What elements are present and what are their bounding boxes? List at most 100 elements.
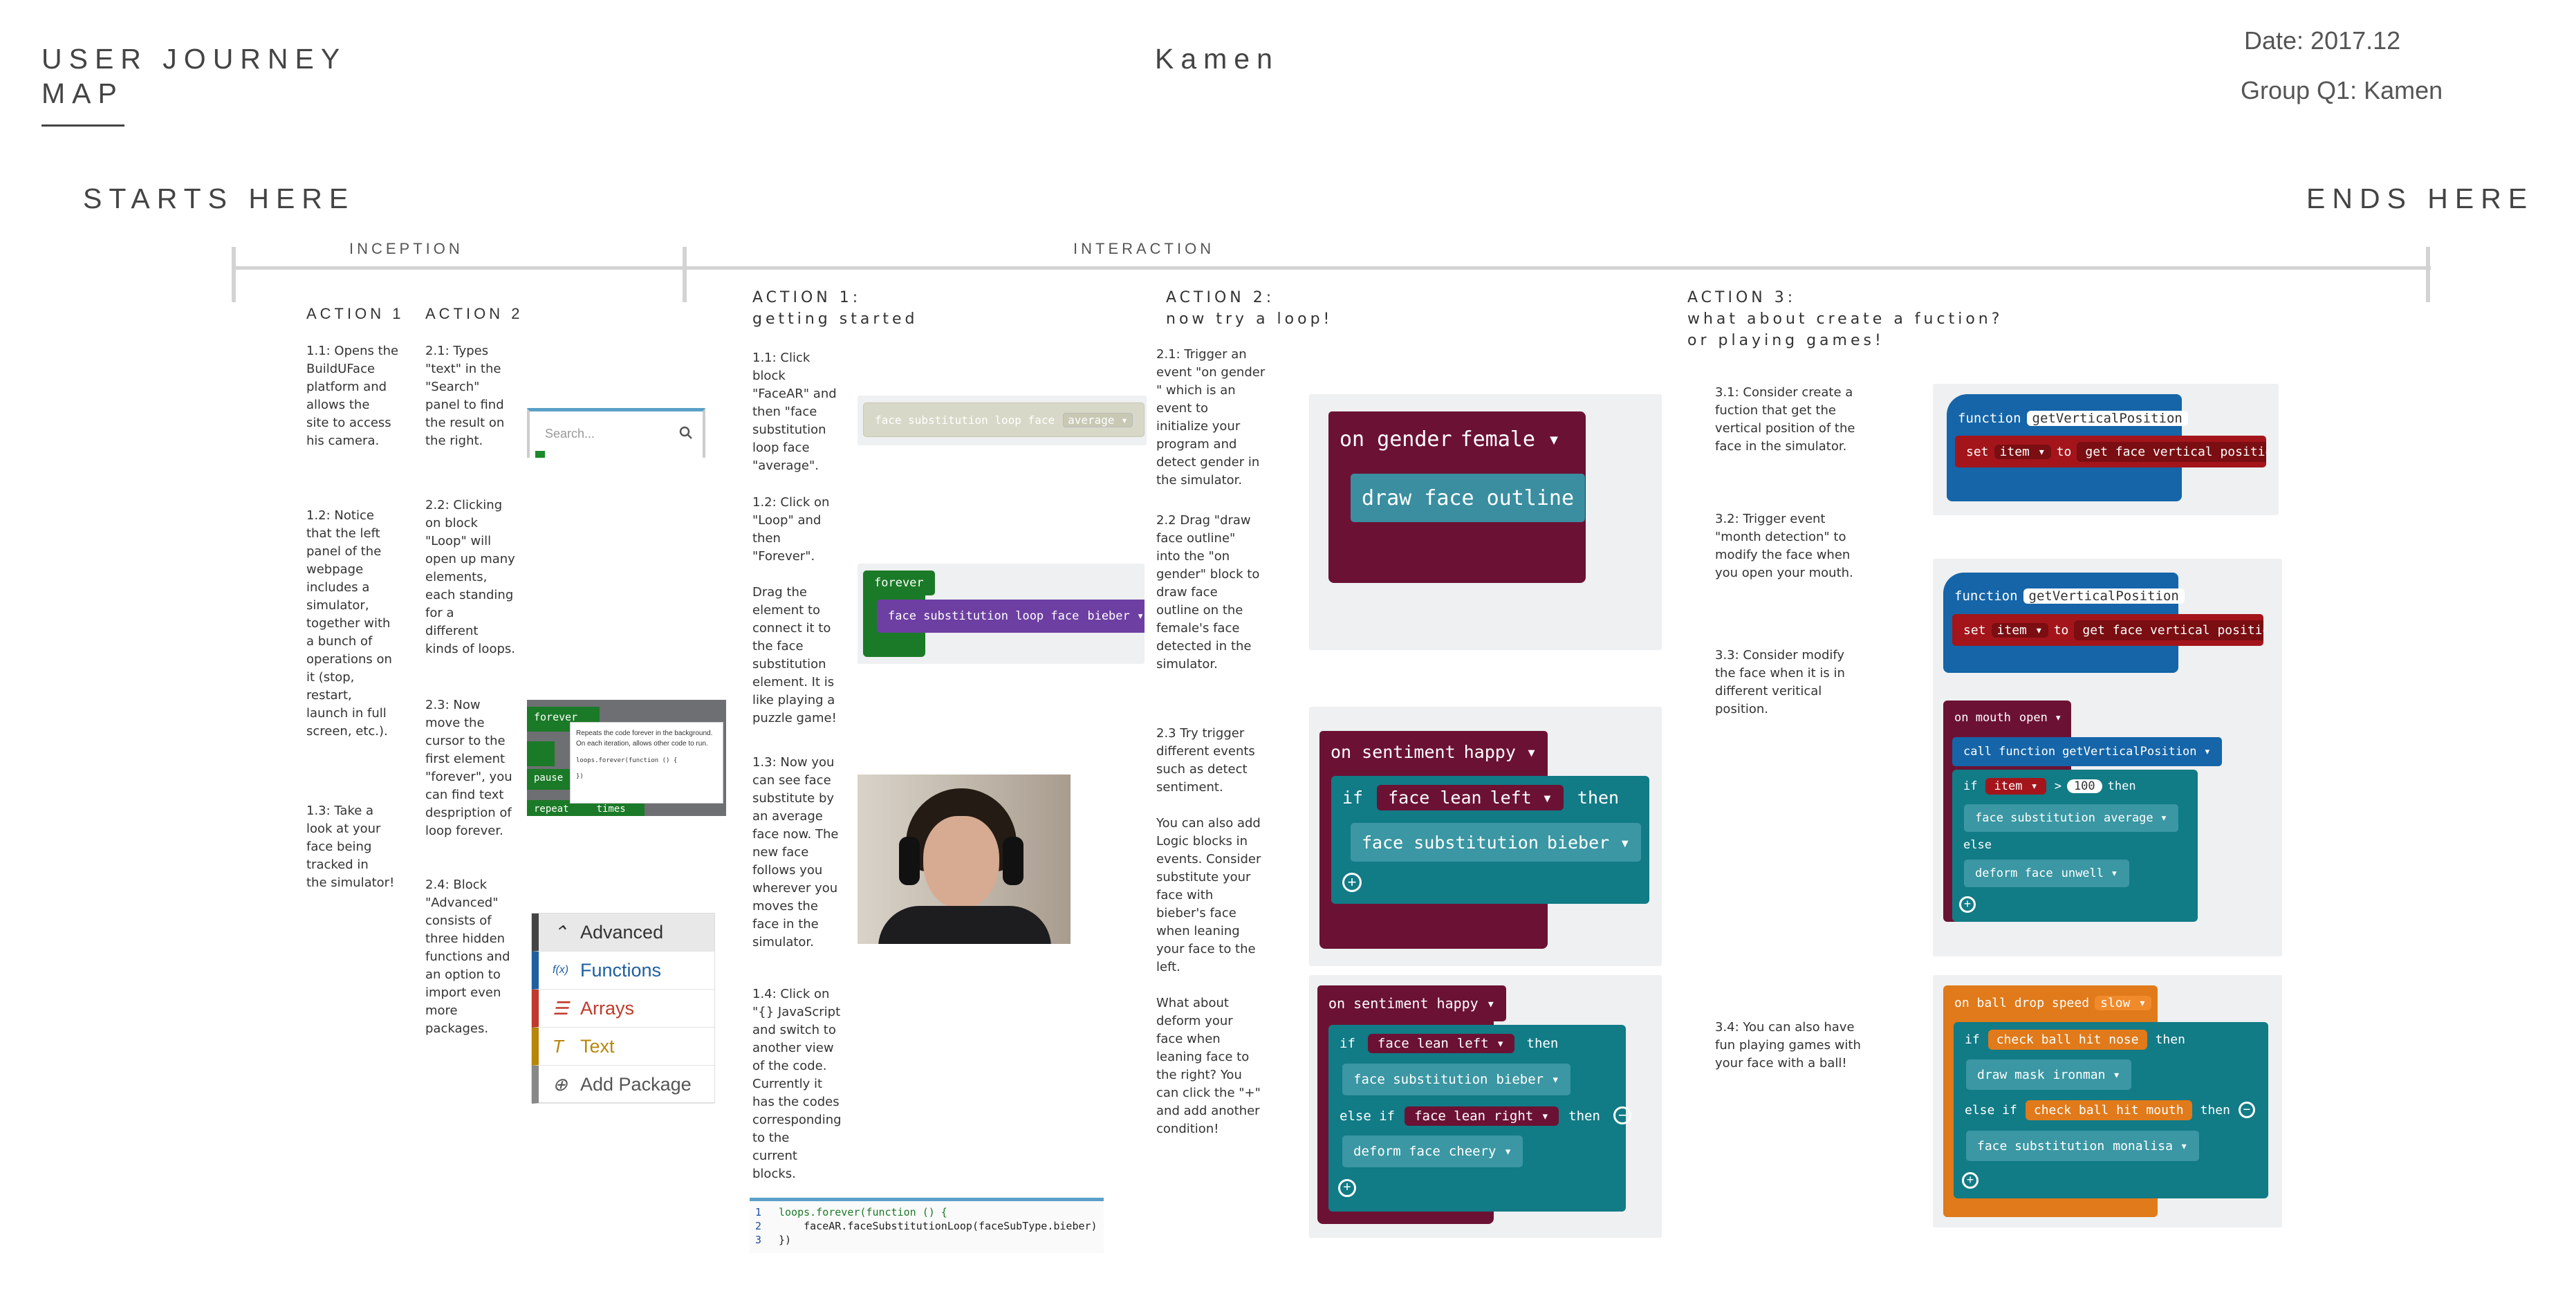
average-dropdown[interactable]: average [1063, 412, 1133, 427]
face-sub-label-mouth: face substitution [1975, 811, 2095, 825]
page-title: USER JOURNEY MAP [41, 43, 347, 109]
deform-face-label: deform face [1353, 1144, 1440, 1159]
face-lean-left-condition[interactable]: face lean left [1367, 1034, 1514, 1053]
draw-face-outline-block[interactable]: draw face outline [1351, 474, 1586, 522]
check-ball-hit-mouth-block[interactable]: check ball hit mouth [2025, 1100, 2192, 1120]
item-compare-dropdown[interactable]: item [1985, 778, 2046, 795]
on-sentiment-label: on sentiment [1331, 741, 1456, 762]
item-variable-dropdown[interactable]: item [1994, 444, 2051, 459]
face-substitution-loop-block[interactable]: face substitution loop face bieber [877, 600, 1145, 633]
action1-title: ACTION 1: getting started [752, 289, 918, 328]
item-caret [2038, 445, 2046, 459]
set-item-block[interactable]: setitem to get face vertical position [1955, 436, 2266, 467]
note-inception-1-1: 1.1: Opens the BuildUFace platform and a… [306, 344, 399, 448]
face-lean-right-condition[interactable]: face lean right [1405, 1106, 1559, 1126]
face-lean-condition[interactable]: face lean left [1377, 784, 1564, 810]
face-substitution-average-block[interactable]: face substitution average [1964, 804, 2179, 832]
ironman-dropdown[interactable]: ironman [2053, 1068, 2121, 1082]
monalisa-dropdown[interactable]: monalisa [2113, 1139, 2187, 1153]
cheery-dropdown[interactable]: cheery [1449, 1144, 1512, 1159]
advanced-menu-item-arrays[interactable]: ☰ Arrays [532, 990, 714, 1028]
set-item-block-2[interactable]: setitem to get face vertical position [1952, 614, 2263, 646]
remove-condition-icon-2[interactable]: − [2238, 1102, 2255, 1118]
bieber-dropdown[interactable]: bieber [1087, 609, 1144, 623]
bieber-dropdown-2[interactable]: bieber [1547, 833, 1630, 853]
advanced-menu-item-add-package[interactable]: ⊕ Add Package [532, 1066, 714, 1104]
add-condition-icon-4[interactable]: + [1962, 1172, 1979, 1189]
search-icon[interactable] [678, 425, 694, 441]
call-function-block[interactable]: call function getVerticalPosition [1952, 737, 2223, 766]
on-ball-header: on ball drop speed slow [1943, 987, 2168, 1018]
happy-dropdown[interactable]: happy [1464, 742, 1537, 762]
deform-face-block[interactable]: deform face cheery [1342, 1135, 1523, 1167]
inception-action1-title: ACTION 1 [306, 305, 405, 322]
javascript-code-view: 1 loops.forever(function () {2 faceAR.fac… [750, 1198, 1104, 1253]
draw-mask-block[interactable]: draw mask ironman [1966, 1059, 2132, 1090]
author-name: Kamen [1155, 43, 1279, 75]
call-function-name[interactable]: getVerticalPosition [2062, 745, 2211, 759]
function-name-input-2[interactable]: getVerticalPosition [2023, 588, 2185, 604]
code-line: 2 faceAR.faceSubstitutionLoop(faceSubTyp… [755, 1219, 1098, 1233]
open-dropdown[interactable]: open [2019, 711, 2061, 725]
get-face-vertical-position-block[interactable]: get face vertical position [2077, 441, 2266, 462]
unwell-dropdown[interactable]: unwell [2061, 866, 2118, 880]
headphone-left [899, 837, 920, 885]
set-label: set [1966, 444, 1989, 459]
on-sentiment-label-2: on sentiment [1328, 995, 1429, 1012]
on-sentiment-header: on sentiment happy [1319, 731, 1548, 772]
check-ball-hit-nose-block[interactable]: check ball hit nose [1987, 1029, 2147, 1050]
search-panel[interactable]: Search... [527, 408, 705, 458]
happy-dropdown-2[interactable]: happy [1437, 995, 1495, 1012]
search-status-marker [535, 451, 545, 458]
tooltip-code: loops.forever(function () { [576, 757, 678, 764]
add-condition-icon-2[interactable]: + [1338, 1179, 1356, 1197]
greater-than-operator[interactable]: > [2055, 779, 2061, 793]
add-condition-icon-3[interactable]: + [1959, 896, 1976, 913]
on-gender-header: on gender female [1328, 411, 1572, 467]
face-substitution-block[interactable]: face substitution bieber [1351, 823, 1642, 862]
slow-caret [2138, 996, 2146, 1010]
repeat-label: repeat [534, 804, 569, 815]
if-label-2: if [1340, 1036, 1355, 1051]
slow-dropdown[interactable]: slow [2095, 995, 2152, 1010]
note-action1-1-1: 1.1: Click block "FaceAR" and then "face… [752, 351, 837, 473]
action3-title: ACTION 3: what about create a fuction? o… [1687, 289, 2003, 349]
left-dropdown-2[interactable]: left [1457, 1036, 1505, 1051]
advanced-menu-item-advanced[interactable]: ⌃ Advanced [532, 914, 714, 952]
code-line-text: loops.forever(function () { [779, 1206, 947, 1218]
on-mouth-label: on mouth [1954, 711, 2011, 725]
timeline-line [232, 266, 2431, 270]
ball-if-row: if check ball hit nose then [1954, 1023, 2216, 1055]
item-compare-caret [2030, 779, 2037, 793]
function-name-input[interactable]: getVerticalPosition [2026, 411, 2188, 426]
simulator-face-photo [858, 775, 1071, 944]
average-dropdown-2[interactable]: average [2104, 811, 2167, 825]
left-dropdown[interactable]: left [1490, 788, 1553, 808]
shirt-shape [878, 906, 1051, 944]
face-substitution-ghost-block[interactable]: face substitution loop face average [863, 402, 1145, 437]
face-substitution-block-2[interactable]: face substitution bieber [1342, 1064, 1570, 1095]
advanced-menu-label: Functions [580, 959, 662, 981]
code-line-number: 1 [755, 1206, 762, 1218]
get-face-vertical-position-block-2[interactable]: get face vertical position [2074, 620, 2263, 640]
face-shape [923, 816, 999, 909]
call-function-label: call function [1963, 745, 2056, 759]
value-100-input[interactable]: 100 [2066, 779, 2102, 793]
advanced-menu-item-functions[interactable]: f(x) Functions [532, 952, 714, 990]
right-dropdown[interactable]: right [1494, 1109, 1549, 1124]
note-inception-1-3: 1.3: Take a look at your face being trac… [306, 804, 395, 890]
item-variable-dropdown-2[interactable]: item [1991, 622, 2048, 638]
female-dropdown[interactable]: female [1461, 427, 1561, 452]
action2-title: ACTION 2: now try a loop! [1166, 289, 1333, 328]
deform-face-unwell-block[interactable]: deform face unwell [1964, 860, 2129, 887]
face-substitution-monalisa-block[interactable]: face substitution monalisa [1966, 1131, 2199, 1161]
search-input[interactable]: Search... [545, 427, 595, 441]
bieber-dropdown-3[interactable]: bieber [1496, 1072, 1559, 1087]
advanced-menu-item-text[interactable]: T Text [532, 1028, 714, 1066]
face-sub-label-ball: face substitution [1977, 1138, 2105, 1153]
remove-condition-icon[interactable]: − [1613, 1106, 1631, 1124]
add-condition-icon[interactable]: + [1342, 873, 1362, 892]
code-line: 1 loops.forever(function () { [755, 1205, 1098, 1219]
times-label: times [596, 804, 626, 815]
note-action1-1-2: 1.2: Click on "Loop" and then "Forever".… [752, 495, 837, 725]
